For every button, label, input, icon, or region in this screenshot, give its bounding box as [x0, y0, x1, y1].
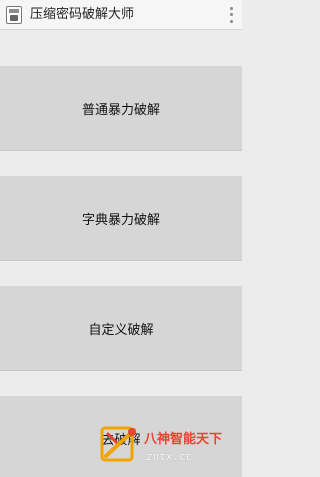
start-crack-label: 去破解 [101, 433, 141, 448]
dictionary-attack-button[interactable]: 字典暴力破解 [0, 176, 242, 261]
custom-crack-label: 自定义破解 [88, 322, 154, 338]
overflow-dot [229, 20, 233, 24]
brute-force-button[interactable]: 普通暴力破解 [0, 66, 242, 151]
start-crack-button[interactable]: 去破解 [0, 396, 242, 477]
app-title: 压缩密码破解大师 [30, 7, 135, 22]
overflow-dot [229, 13, 233, 17]
icon-top-bar [9, 9, 19, 13]
action-bar: 压缩密码破解大师 [0, 0, 242, 30]
custom-crack-button[interactable]: 自定义破解 [0, 286, 242, 371]
overflow-menu-icon[interactable] [226, 5, 236, 25]
app-screen: 压缩密码破解大师 普通暴力破解 字典暴力破解 自定义破解 去破解 八神智能天下 … [0, 0, 242, 477]
brute-force-label: 普通暴力破解 [81, 102, 160, 118]
dictionary-attack-label: 字典暴力破解 [81, 212, 160, 228]
overflow-dot [229, 6, 233, 10]
zip-lock-icon [6, 6, 22, 24]
icon-lock [10, 15, 18, 21]
